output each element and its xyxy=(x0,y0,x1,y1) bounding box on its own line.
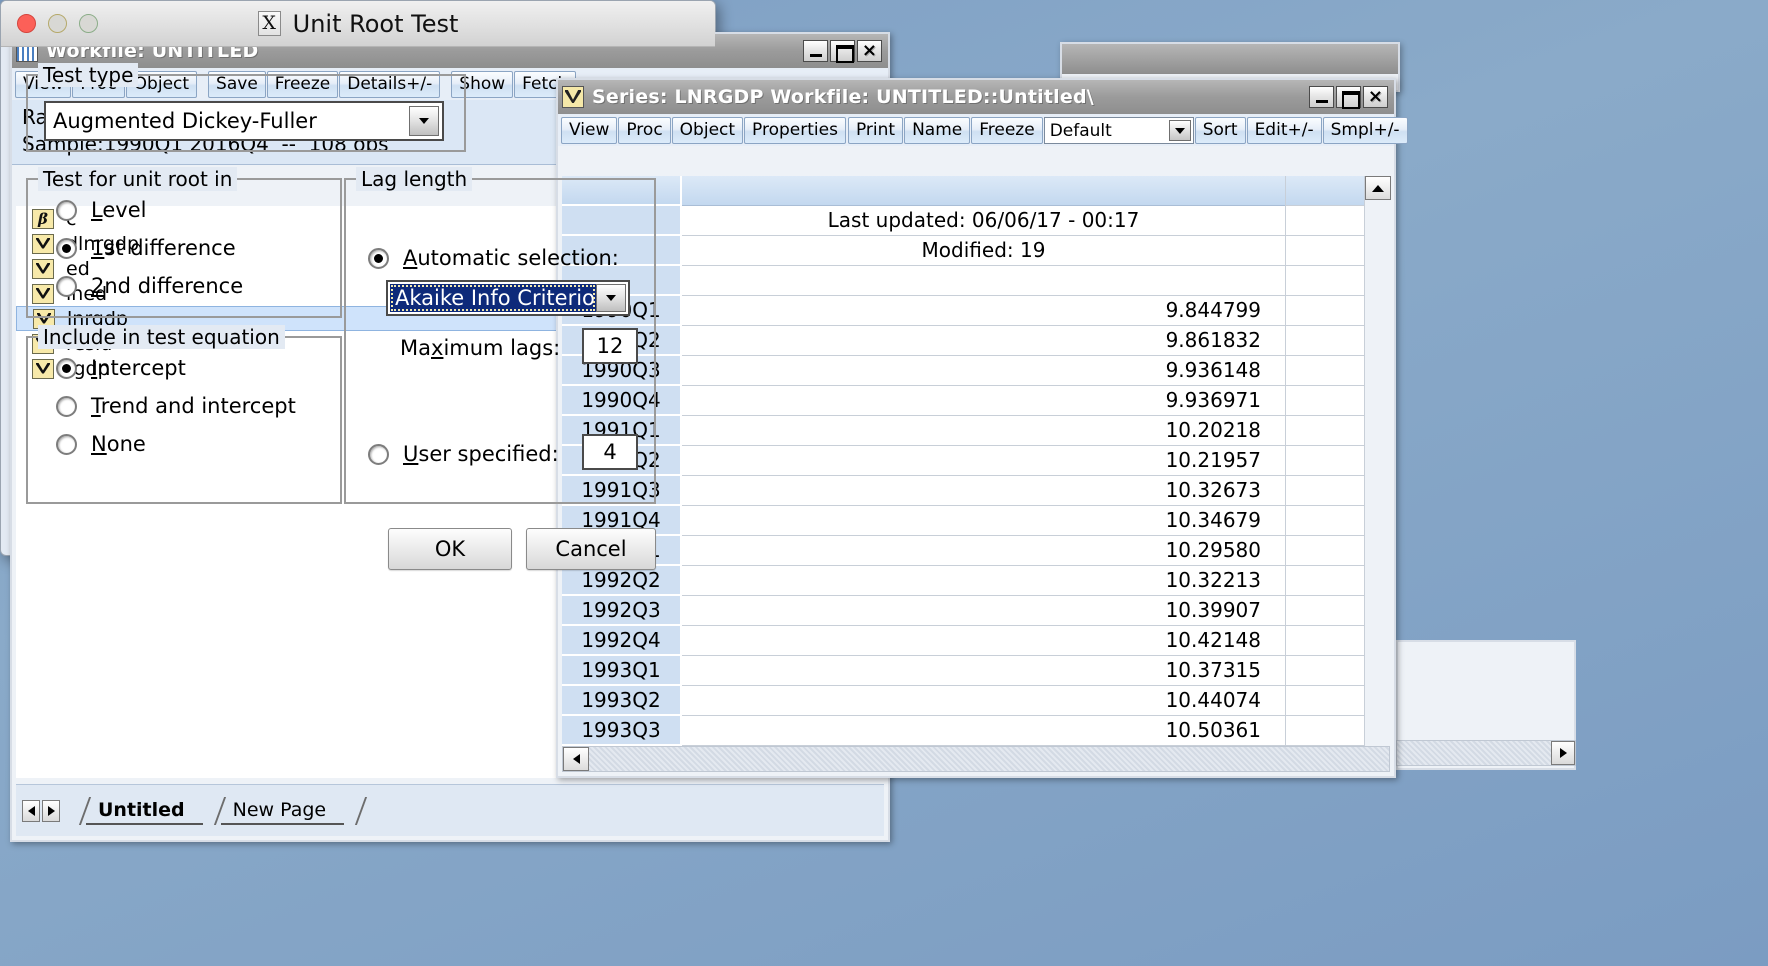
radio-none[interactable]: None xyxy=(56,432,146,456)
maximize-icon[interactable] xyxy=(79,14,98,33)
radio-trend-intercept[interactable]: Trend and intercept xyxy=(56,394,296,418)
radio-none-label: None xyxy=(91,432,146,456)
maximum-lags-value: 12 xyxy=(596,334,624,358)
radio-indicator-selected xyxy=(368,247,389,269)
criterion-value: Akaike Info Criterion xyxy=(390,284,596,312)
minimize-icon[interactable] xyxy=(48,14,67,33)
lag-length-label: Lag length xyxy=(356,167,473,191)
chevron-down-icon[interactable] xyxy=(596,284,626,312)
radio-indicator xyxy=(56,395,77,417)
radio-indicator xyxy=(56,199,77,221)
radio-user-specified[interactable]: User specified: xyxy=(368,442,559,466)
dialog-body: Test type Augmented Dickey-Fuller Test f… xyxy=(0,46,1768,966)
criterion-combo[interactable]: Akaike Info Criterion xyxy=(386,280,630,316)
chevron-down-icon[interactable] xyxy=(409,106,439,136)
dialog-titlebar[interactable]: X Unit Root Test xyxy=(1,1,715,47)
test-type-combo[interactable]: Augmented Dickey-Fuller xyxy=(44,101,444,141)
radio-second-difference[interactable]: 2nd difference xyxy=(56,274,243,298)
test-type-value: Augmented Dickey-Fuller xyxy=(53,109,317,133)
cancel-button[interactable]: Cancel xyxy=(526,528,656,570)
user-specified-value: 4 xyxy=(603,440,617,464)
radio-indicator xyxy=(56,433,77,455)
maximum-lags-label: Maximum lags: xyxy=(400,336,561,360)
unit-root-in-label: Test for unit root in xyxy=(38,167,238,191)
unit-root-test-dialog[interactable]: X Unit Root Test Test type Augmented Dic… xyxy=(0,0,1768,966)
maximum-lags-input[interactable]: 12 xyxy=(582,328,638,364)
radio-indicator-selected xyxy=(56,237,77,259)
user-specified-input[interactable]: 4 xyxy=(582,434,638,470)
test-type-label: Test type xyxy=(38,63,139,87)
x-eviews-icon: X xyxy=(257,11,281,36)
window-traffic-lights xyxy=(17,14,98,33)
include-equation-label: Include in test equation xyxy=(38,325,285,349)
radio-automatic-selection-label: Automatic selection: xyxy=(403,246,619,270)
radio-intercept[interactable]: Intercept xyxy=(56,356,186,380)
radio-level-label: Level xyxy=(91,198,147,222)
dialog-title: Unit Root Test xyxy=(292,9,459,38)
radio-indicator xyxy=(56,275,77,297)
radio-indicator xyxy=(368,443,389,465)
radio-first-difference[interactable]: 1st difference xyxy=(56,236,236,260)
dialog-title-wrap: X Unit Root Test xyxy=(1,1,715,46)
radio-first-difference-label: 1st difference xyxy=(91,236,236,260)
radio-level[interactable]: Level xyxy=(56,198,146,222)
radio-user-specified-label: User specified: xyxy=(403,442,559,466)
close-icon[interactable] xyxy=(17,14,36,33)
radio-indicator-selected xyxy=(56,357,77,379)
ok-button[interactable]: OK xyxy=(388,528,512,570)
radio-second-difference-label: 2nd difference xyxy=(91,274,244,298)
radio-intercept-label: Intercept xyxy=(91,356,186,380)
radio-automatic-selection[interactable]: Automatic selection: xyxy=(368,246,619,270)
radio-trend-intercept-label: Trend and intercept xyxy=(91,394,296,418)
